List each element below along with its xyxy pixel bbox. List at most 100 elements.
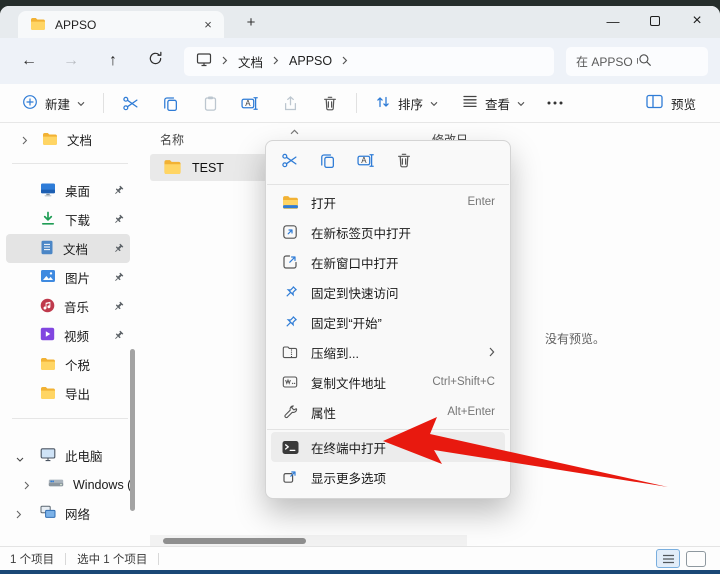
pin-icon bbox=[113, 272, 124, 286]
breadcrumb-item-appso[interactable]: APPSO bbox=[289, 54, 332, 68]
sidebar-item-getax[interactable]: 个税 bbox=[6, 350, 130, 379]
pin-icon bbox=[113, 301, 124, 315]
toolbar-separator bbox=[356, 93, 357, 113]
view-button[interactable]: 查看 bbox=[450, 94, 537, 113]
window-controls: — × bbox=[592, 6, 718, 36]
toolbar-separator bbox=[103, 93, 104, 113]
menu-item-compress-to[interactable]: 压缩到... bbox=[271, 337, 505, 367]
menu-item-label: 压缩到... bbox=[311, 343, 359, 362]
drive-icon bbox=[48, 477, 64, 492]
sidebar-item-videos[interactable]: 视频 bbox=[6, 321, 130, 350]
delete-button[interactable] bbox=[310, 95, 350, 112]
preview-toggle-label: 预览 bbox=[671, 94, 696, 113]
videos-icon bbox=[40, 327, 55, 344]
view-button-label: 查看 bbox=[485, 94, 510, 113]
taskbar-edge bbox=[0, 570, 720, 574]
tab-close-icon[interactable]: × bbox=[198, 15, 218, 35]
sidebar-item-network[interactable]: 网络 bbox=[6, 499, 130, 528]
breadcrumb-item-documents[interactable]: 文档 bbox=[238, 52, 263, 71]
downloads-icon bbox=[40, 211, 56, 229]
status-bar: 1 个项目 选中 1 个项目 bbox=[0, 546, 720, 570]
menu-item-open-in-terminal[interactable]: 在终端中打开 bbox=[271, 432, 505, 462]
sidebar-item-windows-c[interactable]: Windows (C:) bbox=[6, 470, 130, 499]
pin-icon bbox=[113, 330, 124, 344]
sidebar-item-music[interactable]: 音乐 bbox=[6, 292, 130, 321]
rename-icon[interactable]: A bbox=[357, 152, 375, 174]
menu-item-show-more-options[interactable]: 显示更多选项 bbox=[271, 462, 505, 492]
breadcrumb-chevron-icon bbox=[222, 54, 228, 68]
sidebar-item-label: 桌面 bbox=[65, 181, 90, 200]
pin-icon bbox=[113, 243, 124, 257]
sidebar-item-pictures[interactable]: 图片 bbox=[6, 263, 130, 292]
column-header-name[interactable]: 名称 bbox=[160, 131, 184, 148]
menu-item-label: 固定到“开始” bbox=[311, 313, 382, 332]
this-pc-icon[interactable] bbox=[196, 52, 212, 70]
close-button[interactable]: × bbox=[676, 6, 718, 36]
list-lines-icon bbox=[462, 94, 478, 112]
rename-button[interactable]: A bbox=[230, 95, 270, 112]
navigation-bar: ← → ↑ 文档 APPSO 在 APPSO 中搜索 bbox=[0, 38, 720, 84]
sidebar-item-desktop[interactable]: 桌面 bbox=[6, 176, 130, 205]
sidebar-item-export[interactable]: 导出 bbox=[6, 379, 130, 408]
menu-item-pin-quick-access[interactable]: 固定到快速访问 bbox=[271, 277, 505, 307]
menu-item-open[interactable]: 打开 Enter bbox=[271, 187, 505, 217]
sidebar-item-downloads[interactable]: 下载 bbox=[6, 205, 130, 234]
menu-item-label: 显示更多选项 bbox=[311, 468, 386, 487]
sidebar-item-label: Windows (C:) bbox=[73, 478, 130, 492]
chevron-right-icon bbox=[24, 479, 30, 493]
sort-button-label: 排序 bbox=[398, 94, 423, 113]
menu-item-label: 在终端中打开 bbox=[311, 438, 386, 457]
more-options-button[interactable] bbox=[537, 101, 573, 105]
menu-shortcut: Ctrl+Shift+C bbox=[432, 376, 495, 388]
chevron-down-icon bbox=[77, 96, 85, 110]
horizontal-scrollbar-thumb[interactable] bbox=[163, 538, 306, 544]
sidebar-item-this-pc[interactable]: 此电脑 bbox=[6, 441, 130, 470]
items-count: 1 个项目 bbox=[10, 551, 54, 567]
horizontal-scrollbar[interactable] bbox=[150, 535, 467, 546]
svg-text:A: A bbox=[245, 99, 251, 108]
new-button[interactable]: 新建 bbox=[10, 94, 97, 113]
menu-item-pin-to-start[interactable]: 固定到“开始” bbox=[271, 307, 505, 337]
sidebar-scrollbar[interactable] bbox=[130, 349, 135, 511]
menu-item-label: 打开 bbox=[311, 193, 336, 212]
sidebar-item-documents-tree[interactable]: 文档 bbox=[6, 125, 130, 154]
file-name: TEST bbox=[192, 161, 224, 175]
menu-item-open-new-window[interactable]: 在新窗口中打开 bbox=[271, 247, 505, 277]
menu-shortcut: Alt+Enter bbox=[447, 406, 495, 418]
menu-item-copy-path[interactable]: 复制文件地址 Ctrl+Shift+C bbox=[271, 367, 505, 397]
cut-icon[interactable] bbox=[281, 152, 298, 174]
preview-toggle-button[interactable]: 预览 bbox=[646, 94, 710, 113]
tab-appso[interactable]: APPSO × bbox=[18, 11, 224, 38]
back-button[interactable]: ← bbox=[8, 52, 50, 70]
preview-pane-icon bbox=[646, 94, 663, 112]
cut-button[interactable] bbox=[110, 95, 150, 112]
new-button-label: 新建 bbox=[45, 94, 70, 113]
menu-item-open-new-tab[interactable]: 在新标签页中打开 bbox=[271, 217, 505, 247]
command-bar: 新建 A 排序 查看 预览 bbox=[0, 84, 720, 123]
refresh-button[interactable] bbox=[134, 51, 176, 71]
large-icons-view-button[interactable] bbox=[686, 551, 706, 567]
context-menu-icon-row: A bbox=[266, 144, 510, 182]
chevron-down-icon bbox=[517, 96, 525, 110]
copy-button[interactable] bbox=[150, 95, 190, 112]
share-button[interactable] bbox=[270, 95, 310, 112]
sidebar-divider bbox=[12, 163, 128, 164]
sort-ascending-icon bbox=[290, 124, 299, 138]
sidebar-item-documents[interactable]: 文档 bbox=[6, 234, 130, 263]
up-button[interactable]: ↑ bbox=[92, 52, 134, 70]
pictures-icon bbox=[40, 269, 56, 286]
maximize-button[interactable] bbox=[634, 6, 676, 36]
open-new-window-icon bbox=[281, 254, 299, 270]
copy-icon[interactable] bbox=[319, 152, 336, 174]
minimize-button[interactable]: — bbox=[592, 6, 634, 36]
forward-button[interactable]: → bbox=[50, 52, 92, 70]
paste-button[interactable] bbox=[190, 95, 230, 112]
sort-button[interactable]: 排序 bbox=[363, 94, 450, 113]
details-view-button[interactable] bbox=[656, 549, 680, 568]
delete-icon[interactable] bbox=[396, 152, 412, 174]
search-box[interactable]: 在 APPSO 中搜索 bbox=[566, 47, 708, 76]
new-tab-button[interactable]: + bbox=[240, 13, 262, 35]
menu-item-properties[interactable]: 属性 Alt+Enter bbox=[271, 397, 505, 427]
folder-icon bbox=[30, 17, 46, 33]
pin-icon bbox=[113, 214, 124, 228]
